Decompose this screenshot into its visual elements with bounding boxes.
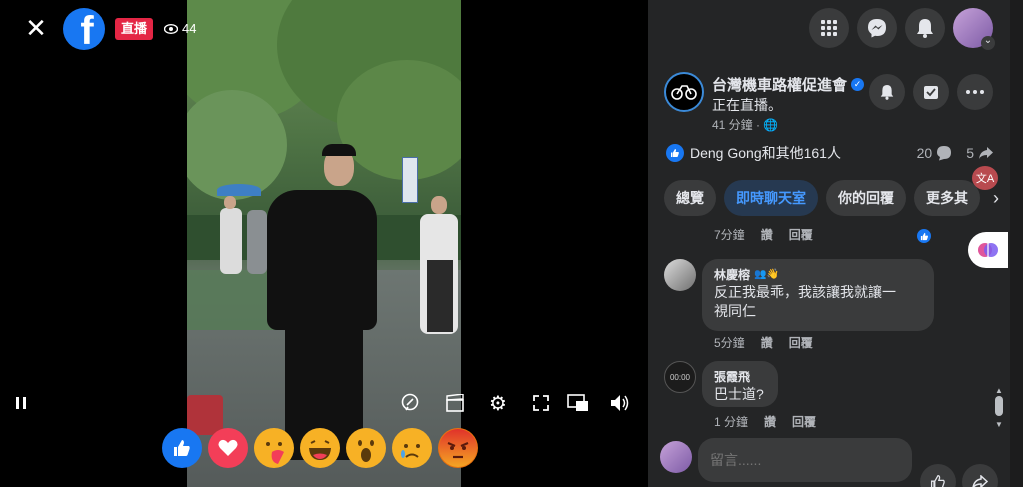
reactors-text[interactable]: Deng Gong和其他161人	[690, 143, 841, 163]
tab-overview[interactable]: 總覽	[664, 180, 716, 216]
top-nav	[809, 8, 995, 50]
page-name[interactable]: 台灣機車路權促進會 ✓	[712, 74, 865, 95]
notifications-bell-icon[interactable]	[905, 8, 945, 48]
commenter-avatar[interactable]: 00:00	[664, 361, 696, 393]
save-bookmark-icon[interactable]	[913, 74, 949, 110]
settings-gear-icon[interactable]: ⚙	[486, 391, 510, 415]
picture-in-picture-icon[interactable]	[566, 391, 590, 415]
commenter-avatar[interactable]	[664, 259, 696, 291]
volume-icon[interactable]	[608, 391, 632, 415]
like-summary-icon	[666, 144, 684, 162]
comment-like-button[interactable]: 讚	[764, 413, 776, 430]
page-scrollbar-track[interactable]	[1010, 0, 1023, 487]
sad-reaction-icon[interactable]	[392, 428, 432, 468]
comment-reply-button[interactable]: 回覆	[789, 334, 813, 351]
composer-avatar	[660, 441, 692, 473]
comment-like-button[interactable]: 讚	[761, 334, 773, 351]
comment-reply-button[interactable]: 回覆	[792, 413, 816, 430]
extension-brain-icon[interactable]	[968, 232, 1008, 268]
comment-count[interactable]: 20	[917, 145, 953, 161]
comment-meta: 1 分鐘 讚 回覆	[714, 413, 816, 430]
pause-button[interactable]	[10, 392, 32, 414]
tab-your-replies[interactable]: 你的回覆	[826, 180, 906, 216]
share-count[interactable]: 5	[966, 145, 994, 161]
viewer-count: 44	[164, 21, 196, 37]
comment-time[interactable]: 1 分鐘	[714, 413, 748, 430]
scroll-down-arrow-icon[interactable]: ▼	[995, 420, 1003, 429]
follow-notification-bell-icon[interactable]	[869, 74, 905, 110]
comment-input[interactable]	[698, 438, 912, 482]
comment-bubble: 林慶榕 👥👋 反正我最乖，我該讓我就讓一 視同仁	[702, 259, 934, 331]
comment-meta: 7分鐘 讚 回覆	[714, 226, 813, 243]
clip-icon[interactable]	[443, 391, 467, 415]
comment-text-cont: 視同仁	[714, 303, 756, 319]
comment-meta: 5分鐘 讚 回覆	[714, 334, 813, 351]
verified-badge-icon: ✓	[851, 78, 865, 91]
wow-reaction-icon[interactable]	[346, 428, 386, 468]
haha-reaction-icon[interactable]	[300, 428, 340, 468]
angry-reaction-icon[interactable]	[438, 428, 478, 468]
tab-more[interactable]: 更多其	[914, 180, 980, 216]
panel-tabs: 總覽 即時聊天室 你的回覆 更多其	[664, 180, 980, 216]
comment-text: 巴士道?	[714, 386, 764, 402]
viewer-count-value: 44	[182, 21, 197, 36]
commenter-name[interactable]: 張霞飛	[714, 368, 750, 385]
comment-bubble-icon	[937, 146, 952, 161]
facebook-logo[interactable]: f	[63, 8, 105, 50]
engagement-summary: Deng Gong和其他161人 20 5	[666, 143, 994, 163]
comment-text: 反正我最乖，我該讓我就讓一	[714, 284, 896, 300]
live-status: 正在直播。	[712, 97, 782, 113]
comment-bubble: 張霞飛 巴士道?	[702, 361, 778, 407]
commenter-name[interactable]: 林慶榕	[714, 266, 750, 283]
like-reaction-icon[interactable]	[162, 428, 202, 468]
care-reaction-icon[interactable]	[254, 428, 294, 468]
comment-time[interactable]: 7分鐘	[714, 226, 745, 243]
messenger-icon[interactable]	[857, 8, 897, 48]
reaction-bar	[162, 428, 478, 468]
comment-like-badge-icon	[915, 227, 933, 245]
tab-live-chat[interactable]: 即時聊天室	[724, 180, 818, 216]
fullscreen-icon[interactable]	[529, 391, 553, 415]
comment-reply-button[interactable]: 回覆	[789, 226, 813, 243]
video-player[interactable]: ✕ f 直播 44 ⚙	[0, 0, 648, 487]
live-badge: 直播	[115, 18, 154, 40]
page-avatar[interactable]	[664, 72, 704, 112]
page-name-text[interactable]: 台灣機車路權促進會	[712, 74, 847, 95]
menu-grid-icon[interactable]	[809, 8, 849, 48]
post-time: 41 分鐘 · 🌐	[712, 116, 778, 133]
post-time-text[interactable]: 41 分鐘 ·	[712, 118, 763, 132]
more-options-icon[interactable]	[957, 74, 993, 110]
close-icon[interactable]: ✕	[22, 14, 50, 42]
comment-time[interactable]: 5分鐘	[714, 334, 745, 351]
comments-scrollbar[interactable]	[995, 396, 1003, 416]
fan-badge-icon: 👥👋	[754, 269, 779, 280]
love-reaction-icon[interactable]	[208, 428, 248, 468]
comment-like-button[interactable]: 讚	[761, 226, 773, 243]
side-panel: 台灣機車路權促進會 ✓ 正在直播。 41 分鐘 · 🌐 Deng Gong和其他…	[648, 0, 1023, 487]
account-avatar[interactable]	[953, 8, 995, 50]
eye-icon	[164, 24, 178, 34]
scroll-up-arrow-icon[interactable]: ▲	[995, 386, 1003, 395]
public-globe-icon: 🌐	[763, 118, 779, 132]
comment-toggle-icon[interactable]	[398, 391, 422, 415]
share-arrow-icon	[979, 147, 993, 159]
translate-icon[interactable]: 文A	[972, 166, 998, 190]
page-actions	[869, 74, 993, 110]
